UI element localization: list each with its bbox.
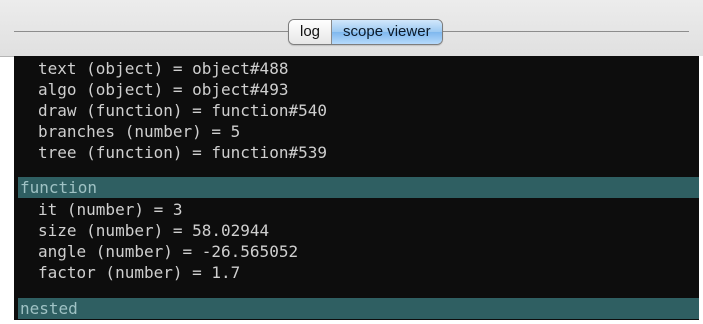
variable-row: branches (number) = 5: [38, 122, 241, 141]
variable-row: text (object) = object#488: [38, 59, 289, 78]
scope-viewer-window: log scope viewer text (object) = object#…: [0, 0, 703, 324]
variable-row: algo (object) = object#493: [38, 80, 289, 99]
toolbar: log scope viewer: [0, 0, 703, 57]
variable-row: it (number) = 3: [38, 200, 183, 219]
tab-log[interactable]: log: [289, 20, 333, 44]
tab-scope-viewer[interactable]: scope viewer: [332, 20, 442, 44]
scope-header-nested[interactable]: nested: [18, 298, 699, 319]
variable-row: draw (function) = function#540: [38, 101, 327, 120]
variable-row: factor (number) = 1.7: [38, 263, 241, 282]
scope-header-function[interactable]: function: [18, 177, 699, 198]
variable-row: size (number) = 58.02944: [38, 221, 270, 240]
window-edge: [699, 56, 703, 324]
scope-viewer-panel[interactable]: text (object) = object#488 algo (object)…: [14, 56, 699, 320]
variable-row: angle (number) = -26.565052: [38, 242, 299, 261]
view-segmented-control: log scope viewer: [288, 19, 443, 45]
variable-row: tree (function) = function#539: [38, 143, 327, 162]
